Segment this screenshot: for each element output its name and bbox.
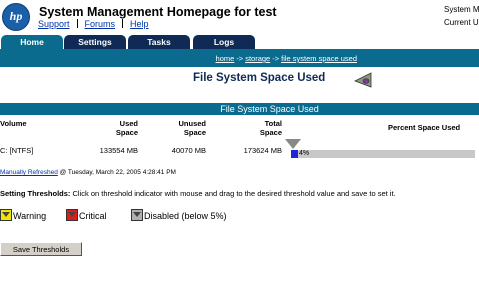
link-divider	[122, 19, 124, 28]
tab-settings[interactable]: Settings	[64, 35, 126, 49]
column-used-line: Used	[119, 119, 138, 128]
refresh-info: Manually Refreshed @ Tuesday, March 22, …	[0, 169, 176, 176]
tab-home[interactable]: Home	[1, 35, 63, 49]
section-title: File System Space Used	[220, 104, 319, 114]
page-title: File System Space Used	[193, 72, 326, 84]
tab-logs[interactable]: Logs	[193, 35, 255, 49]
manual-refresh-link[interactable]: Manually Refreshed	[0, 169, 58, 176]
column-used-line: Space	[115, 128, 138, 137]
disabled-indicator-icon	[131, 209, 143, 221]
column-total-line: Space	[259, 128, 282, 137]
warning-indicator-icon	[0, 209, 12, 221]
system-info-line: System M	[444, 5, 479, 14]
legend-label: Disabled (below 5%)	[144, 211, 227, 221]
column-unused-line: Space	[183, 128, 206, 137]
link-divider	[76, 19, 78, 28]
system-info: System M Current U	[444, 3, 479, 29]
total-space: 173624 MB	[243, 146, 282, 155]
tab-tasks[interactable]: Tasks	[128, 35, 190, 49]
critical-indicator-icon	[66, 209, 78, 221]
breadcrumb: home -> storage -> file system space used	[216, 54, 357, 63]
column-volume: Volume	[0, 119, 27, 128]
used-space: 133554 MB	[99, 146, 138, 155]
breadcrumb-home[interactable]: home	[216, 54, 235, 63]
threshold-instructions: Setting Thresholds: Click on threshold i…	[0, 189, 396, 198]
breadcrumb-arrow: ->	[236, 54, 244, 63]
tab-bar: Home Settings Tasks Logs	[0, 35, 479, 49]
threshold-text: Click on threshold indicator with mouse …	[72, 189, 396, 198]
legend-warning: Warning	[0, 209, 46, 222]
app-title: System Management Homepage for test	[39, 5, 277, 19]
breadcrumb-current[interactable]: file system space used	[281, 54, 357, 63]
top-links: Support Forums Help	[38, 19, 149, 29]
legend-label: Critical	[79, 211, 107, 221]
refresh-timestamp: @ Tuesday, March 22, 2005 4:28:41 PM	[59, 169, 176, 176]
volume-name: C: [NTFS]	[0, 146, 34, 155]
logo-text: hp	[9, 9, 23, 23]
section-header: File System Space Used	[0, 103, 479, 115]
legend-critical: Critical	[66, 209, 107, 222]
save-thresholds-button[interactable]: Save Thresholds	[0, 242, 82, 256]
forums-link[interactable]: Forums	[85, 19, 116, 29]
support-link[interactable]: Support	[38, 19, 70, 29]
percent-label: 4%	[299, 150, 310, 157]
column-total-line: Total	[264, 119, 282, 128]
column-total: Total Space	[244, 119, 282, 137]
legend-label: Warning	[13, 211, 47, 221]
breadcrumb-arrow: ->	[272, 54, 280, 63]
system-info-line: Current U	[444, 18, 479, 27]
column-unused: Unused Space	[168, 119, 206, 137]
disk-chart-icon	[354, 72, 372, 88]
column-used: Used Space	[100, 119, 138, 137]
help-link[interactable]: Help	[130, 19, 149, 29]
column-unused-line: Unused	[178, 119, 206, 128]
column-percent: Percent Space Used	[388, 123, 461, 132]
percent-bar-track	[291, 150, 475, 158]
hp-logo: hp	[2, 3, 30, 31]
threshold-indicator[interactable]	[285, 139, 301, 149]
percent-bar-fill	[291, 150, 299, 158]
legend-disabled: Disabled (below 5%)	[131, 209, 227, 222]
breadcrumb-storage[interactable]: storage	[245, 54, 270, 63]
unused-space: 40070 MB	[171, 146, 206, 155]
threshold-label: Setting Thresholds:	[0, 189, 71, 198]
